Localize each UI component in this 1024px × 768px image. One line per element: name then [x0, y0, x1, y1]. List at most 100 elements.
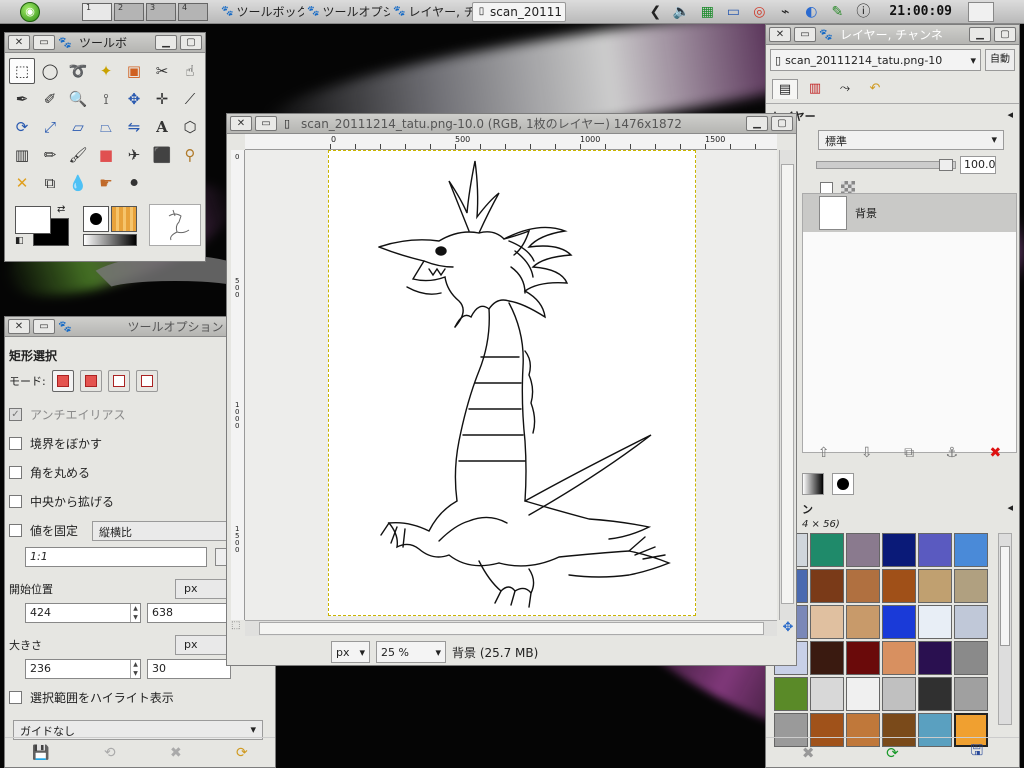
unit-select[interactable]: px ▾	[331, 641, 371, 663]
minimize-button[interactable]: ▁	[155, 35, 177, 50]
toolbox-titlebar[interactable]: ✕ ▭ 🐾 ツールボ ▁ ▢	[5, 33, 205, 53]
duplicate-layer-icon[interactable]: ⧉	[904, 445, 914, 461]
pattern-swatch[interactable]	[846, 533, 880, 567]
workspace-2[interactable]: 2	[114, 2, 144, 21]
trash-icon[interactable]	[968, 1, 994, 22]
layers-dock-titlebar[interactable]: ✕ ▭ 🐾 レイヤー, チャンネ ▁ ▢	[766, 25, 1019, 45]
task-image-window[interactable]: ▯ scan_20111	[472, 1, 566, 22]
zoom-select[interactable]: 25 % ▾	[376, 641, 447, 663]
quick-mask-icon[interactable]: ⬚	[231, 620, 245, 636]
pattern-swatch[interactable]	[882, 677, 916, 711]
image-select[interactable]: ▯ scan_20111214_tatu.png-10 ▾	[770, 49, 981, 71]
airbrush-tool-icon[interactable]: ✈	[121, 142, 147, 168]
workspace-3[interactable]: 3	[146, 2, 176, 21]
layer-list[interactable]: 背景	[802, 193, 1017, 453]
pattern-preview[interactable]	[111, 206, 137, 232]
pattern-swatch[interactable]	[810, 641, 844, 675]
size-width-input[interactable]: 236 ▲ ▼	[25, 659, 141, 679]
pattern-swatch[interactable]	[954, 569, 988, 603]
perspective-clone-tool-icon[interactable]: ⧉	[37, 170, 63, 196]
tab-undo[interactable]: ↶	[862, 79, 888, 99]
navigate-icon[interactable]: ✥	[780, 620, 796, 636]
paintbrush-tool-icon[interactable]: 🖌	[65, 142, 91, 168]
color-picker-tool-icon[interactable]: ✐	[37, 86, 63, 112]
horizontal-scrollbar[interactable]	[245, 620, 777, 636]
color-select-tool-icon[interactable]: ▣	[121, 58, 147, 84]
delete-pattern-icon[interactable]: ✖	[802, 744, 815, 762]
pin-icon[interactable]: ✎	[827, 2, 847, 22]
expand-center-checkbox[interactable]	[9, 495, 22, 508]
close-button[interactable]: ✕	[8, 35, 30, 50]
measure-tool-icon[interactable]: ⟟	[93, 86, 119, 112]
mode-add-button[interactable]	[79, 370, 102, 392]
restore-button[interactable]: ▭	[33, 35, 55, 50]
foreground-color-swatch[interactable]	[15, 206, 51, 234]
opacity-slider[interactable]	[816, 159, 956, 171]
swap-colors-icon[interactable]: ⇄	[57, 204, 65, 215]
zoom-tool-icon[interactable]: 🔍	[65, 86, 91, 112]
crop-tool-icon[interactable]: ⟋	[177, 86, 203, 112]
raise-layer-icon[interactable]: ⇧	[818, 445, 830, 461]
layer-row[interactable]: 背景	[803, 194, 1016, 232]
scroll-thumb[interactable]	[1000, 546, 1010, 646]
position-unit-select[interactable]: px	[175, 579, 231, 599]
reset-colors-icon[interactable]: ◧	[15, 236, 24, 246]
save-options-icon[interactable]: 💾	[32, 745, 49, 761]
opacity-input[interactable]: 100.0	[960, 156, 996, 174]
pattern-swatch[interactable]	[882, 641, 916, 675]
blur-tool-icon[interactable]: 💧	[65, 170, 91, 196]
antialias-checkbox[interactable]: ✓	[9, 408, 22, 421]
open-pattern-icon[interactable]: 🖫	[970, 740, 983, 765]
minimize-button[interactable]: ▁	[746, 116, 768, 131]
browser-icon[interactable]: ◐	[801, 2, 821, 22]
minimize-button[interactable]: ▁	[969, 27, 991, 42]
size-unit-select[interactable]: px	[175, 635, 231, 655]
ink-tool-icon[interactable]: ⬛	[149, 142, 175, 168]
canvas-area[interactable]	[245, 150, 777, 620]
task-layers[interactable]: 🐾 レイヤー, チ	[390, 2, 472, 22]
back-arrow-icon[interactable]: ❮	[645, 2, 665, 22]
dodge-burn-tool-icon[interactable]: ⚫	[121, 170, 147, 196]
size-height-input[interactable]: 30	[147, 659, 231, 679]
pattern-swatch[interactable]	[810, 605, 844, 639]
layer-name[interactable]: 背景	[855, 205, 877, 221]
rect-select-tool-icon[interactable]: ⬚	[9, 58, 35, 84]
cpu-monitor-icon[interactable]: ▦	[697, 2, 717, 22]
pencil-tool-icon[interactable]: ✏	[37, 142, 63, 168]
restore-options-icon[interactable]: ⟲	[104, 745, 116, 761]
blend-tool-icon[interactable]: ▥	[9, 142, 35, 168]
rounded-corners-checkbox[interactable]	[9, 466, 22, 479]
tab-layers[interactable]: ▤	[772, 79, 798, 99]
workspace-1[interactable]: 1	[82, 2, 112, 21]
fixed-mode-select[interactable]: 縦横比	[92, 520, 243, 541]
display-icon[interactable]: ▭	[723, 2, 743, 22]
maximize-button[interactable]: ▢	[180, 35, 202, 50]
spin-arrows-icon[interactable]: ▲ ▼	[130, 604, 140, 622]
pattern-swatch[interactable]	[810, 569, 844, 603]
text-tool-icon[interactable]: A	[149, 114, 175, 140]
auto-button[interactable]: 自動	[985, 49, 1015, 71]
mode-intersect-button[interactable]	[135, 370, 158, 392]
scissors-tool-icon[interactable]: ✂	[149, 58, 175, 84]
tab-gradients[interactable]	[802, 473, 824, 495]
brush-preview[interactable]	[83, 206, 109, 232]
pattern-scrollbar[interactable]	[998, 533, 1012, 725]
close-button[interactable]: ✕	[769, 27, 791, 42]
ratio-input[interactable]: 1:1	[25, 547, 207, 567]
maximize-button[interactable]: ▢	[994, 27, 1016, 42]
pattern-swatch[interactable]	[918, 677, 952, 711]
scroll-thumb[interactable]	[259, 622, 764, 635]
pattern-swatch[interactable]	[882, 533, 916, 567]
horizontal-ruler[interactable]: 0 500 1000 1500	[245, 134, 777, 150]
tab-brushes[interactable]	[832, 473, 854, 495]
tab-paths[interactable]: ⤳	[832, 79, 858, 99]
delete-options-icon[interactable]: ✖	[170, 745, 182, 761]
position-y-input[interactable]: 638	[147, 603, 231, 623]
tab-channels[interactable]: ▥	[802, 79, 828, 99]
panel-menu-icon[interactable]: ◂	[1007, 501, 1013, 517]
pattern-swatch[interactable]	[918, 533, 952, 567]
active-image-thumbnail[interactable]	[149, 204, 201, 246]
eraser-tool-icon[interactable]: ■	[93, 142, 119, 168]
reset-options-icon[interactable]: ⟳	[236, 745, 248, 761]
scroll-thumb[interactable]	[781, 164, 794, 604]
